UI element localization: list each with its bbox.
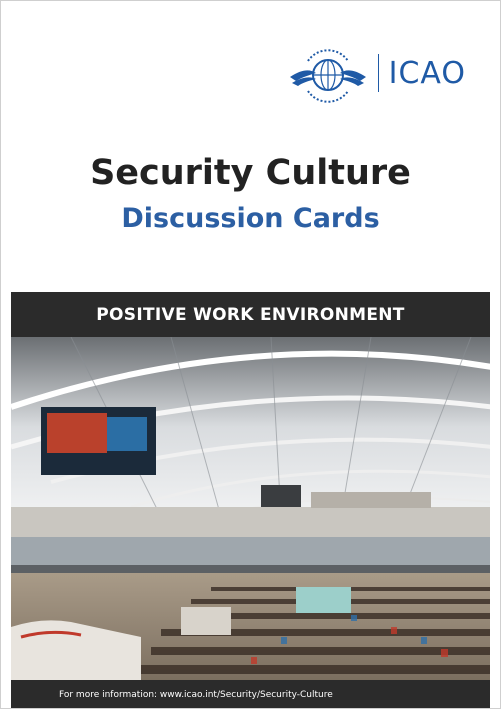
terminal-illustration bbox=[11, 337, 490, 680]
airport-terminal-photo bbox=[11, 337, 490, 680]
footer-bar: For more information: www.icao.int/Secur… bbox=[11, 680, 490, 708]
org-name: ICAO bbox=[388, 55, 466, 91]
logo: ICAO bbox=[288, 39, 466, 107]
section-label: POSITIVE WORK ENVIRONMENT bbox=[96, 304, 405, 325]
document-title: Security Culture bbox=[90, 153, 411, 193]
icao-emblem-icon bbox=[289, 49, 366, 103]
section-banner: POSITIVE WORK ENVIRONMENT bbox=[11, 292, 490, 337]
document-subtitle: Discussion Cards bbox=[121, 203, 380, 234]
cover-page: ICAO Security Culture Discussion Cards P… bbox=[0, 0, 501, 709]
footer-info-link[interactable]: For more information: www.icao.int/Secur… bbox=[59, 690, 333, 700]
logo-divider bbox=[377, 54, 379, 92]
